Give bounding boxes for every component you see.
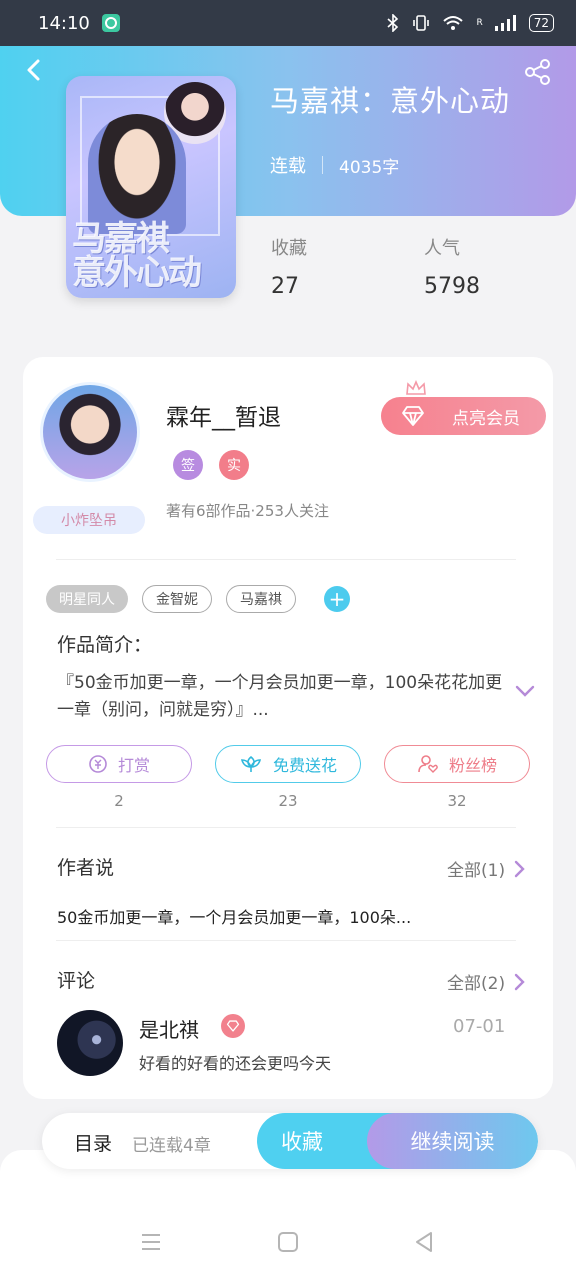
author-avatar[interactable]	[40, 382, 140, 482]
back-nav-icon[interactable]	[412, 1230, 436, 1254]
flower-icon	[240, 755, 262, 772]
chapter-status: 已连载4章	[132, 1136, 211, 1156]
coin-icon	[89, 755, 107, 773]
back-icon[interactable]	[22, 58, 46, 82]
status-icons: R 72	[386, 14, 554, 32]
cover-portrait	[88, 114, 186, 234]
app-notification-icon	[101, 14, 120, 32]
favorites-stat: 收藏 27	[271, 234, 307, 299]
tag-item[interactable]: 金智妮	[142, 585, 212, 613]
vip-button[interactable]: 点亮会员	[381, 397, 546, 435]
status-time: 14:10	[38, 12, 90, 34]
intro-text: 『50金币加更一章，一个月会员加更一章，100朵花花加更一章（别问，问就是穷）』…	[57, 673, 503, 720]
favorites-label: 收藏	[271, 238, 307, 259]
send-flower-button[interactable]: 免费送花	[215, 745, 361, 783]
reward-button[interactable]: 打赏	[46, 745, 192, 783]
author-says-label: 作者说	[57, 857, 115, 879]
author-name[interactable]: 霖年__暂退	[166, 398, 281, 432]
popularity-stat: 人气 5798	[424, 234, 480, 299]
signed-badge: 签	[173, 450, 203, 480]
bottom-action-bar: 目录 已连载4章 收藏 继续阅读	[42, 1113, 538, 1169]
reward-count: 2	[114, 792, 124, 810]
tag-category[interactable]: 明星同人	[46, 585, 128, 613]
reward-label: 打赏	[117, 756, 150, 775]
send-flower-label: 免费送花	[272, 756, 337, 775]
menu-icon[interactable]	[139, 1230, 163, 1254]
chevron-down-icon[interactable]	[514, 684, 536, 698]
flower-count: 23	[278, 792, 298, 810]
word-count: 4035字	[339, 157, 400, 178]
comment-avatar[interactable]	[57, 1010, 123, 1076]
comments-more-label: 全部(2)	[447, 974, 506, 994]
popularity-label: 人气	[424, 238, 460, 259]
comment-text[interactable]: 好看的好看的还会更吗今天	[139, 1050, 331, 1074]
book-meta: 连载 4035字	[270, 152, 399, 178]
comment-date: 07-01	[453, 1016, 506, 1037]
signal-label: R	[476, 18, 483, 28]
author-says-text[interactable]: 50金币加更一章，一个月会员加更一章，100朵...	[57, 904, 411, 928]
book-status: 连载	[270, 156, 306, 177]
divider	[56, 940, 516, 941]
share-icon[interactable]	[524, 58, 552, 86]
battery-indicator: 72	[528, 14, 554, 32]
vip-button-label: 点亮会员	[452, 408, 520, 429]
chevron-right-icon	[514, 973, 525, 990]
continue-reading-button[interactable]: 继续阅读	[367, 1113, 538, 1169]
vip-diamond-badge-icon	[221, 1014, 245, 1038]
fan-user-icon	[418, 755, 438, 773]
book-title: 马嘉祺：意外心动	[270, 84, 511, 118]
avatar-pendant-tag: 小炸坠吊	[33, 506, 145, 534]
table-of-contents-button[interactable]: 目录	[74, 1129, 112, 1156]
fan-ranking-button[interactable]: 粉丝榜	[384, 745, 530, 783]
tag-list: 明星同人 金智妮 马嘉祺 +	[46, 585, 350, 613]
divider	[56, 559, 516, 560]
cover-title-art: 马嘉祺 意外心动	[72, 219, 202, 293]
popularity-count: 5798	[424, 274, 480, 299]
signal-icon	[494, 15, 516, 31]
status-bar: 14:10 R 72	[0, 0, 576, 46]
divider	[56, 827, 516, 828]
chevron-right-icon	[514, 860, 525, 877]
author-stats: 著有6部作品·253人关注	[166, 502, 329, 520]
diamond-icon	[402, 406, 424, 426]
add-tag-icon[interactable]: +	[324, 586, 350, 612]
bluetooth-icon	[387, 14, 399, 32]
favorites-count: 27	[271, 274, 299, 299]
wifi-icon	[443, 16, 464, 30]
fan-count: 32	[447, 792, 467, 810]
intro-label: 作品简介：	[57, 634, 153, 656]
comment-username[interactable]: 是北祺	[139, 1014, 199, 1043]
fan-ranking-label: 粉丝榜	[448, 756, 497, 775]
crown-icon	[406, 380, 426, 395]
comments-more-link[interactable]: 全部(2)	[447, 969, 525, 994]
book-cover[interactable]: 马嘉祺 意外心动	[66, 76, 236, 298]
comments-label: 评论	[57, 970, 96, 992]
author-says-more-label: 全部(1)	[447, 861, 506, 881]
verified-badge: 实	[219, 450, 249, 480]
tag-item[interactable]: 马嘉祺	[226, 585, 296, 613]
author-says-more-link[interactable]: 全部(1)	[447, 856, 525, 881]
home-icon[interactable]	[276, 1230, 300, 1254]
system-nav-bar	[0, 1210, 576, 1270]
meta-divider	[322, 156, 323, 174]
vibrate-icon	[413, 15, 430, 31]
